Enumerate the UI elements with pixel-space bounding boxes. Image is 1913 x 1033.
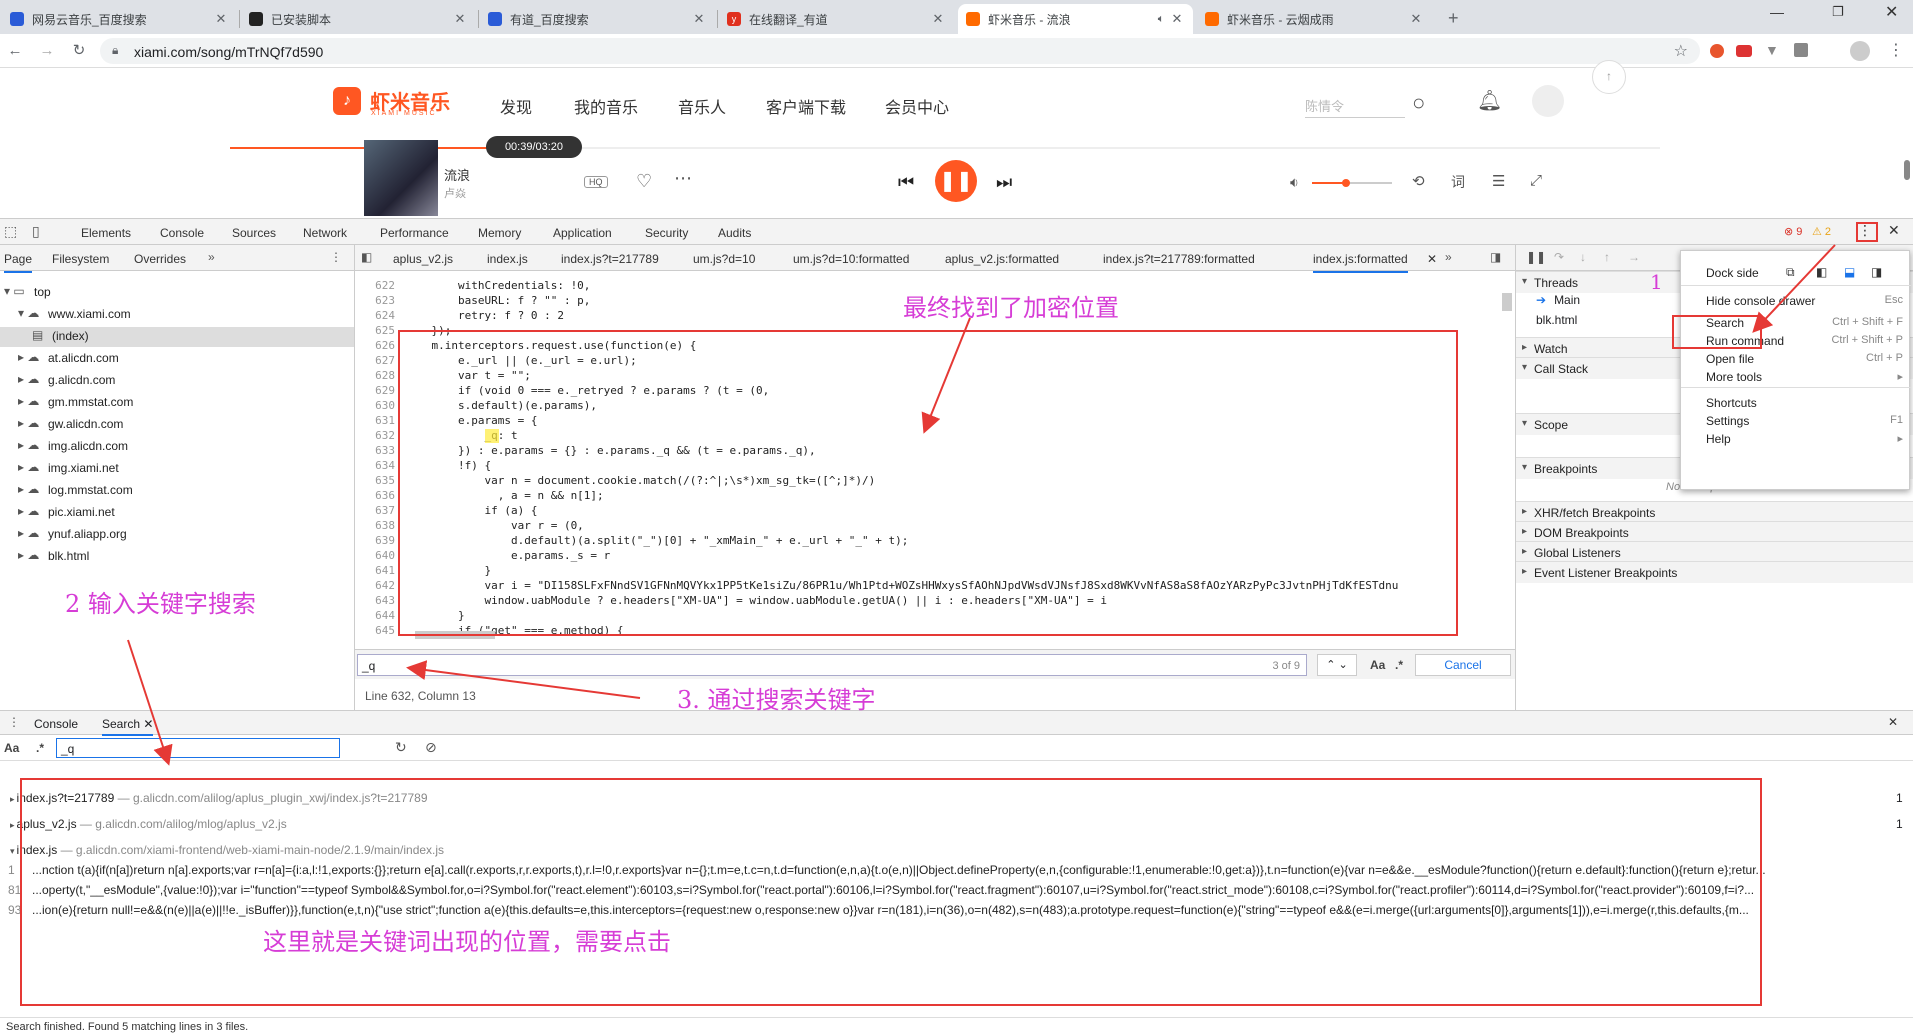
arrow-3	[127, 639, 173, 766]
arrow-2	[1752, 244, 1836, 333]
arrow-4	[406, 660, 641, 699]
annotation-arrows	[127, 244, 1836, 766]
arrow-1	[921, 317, 971, 434]
